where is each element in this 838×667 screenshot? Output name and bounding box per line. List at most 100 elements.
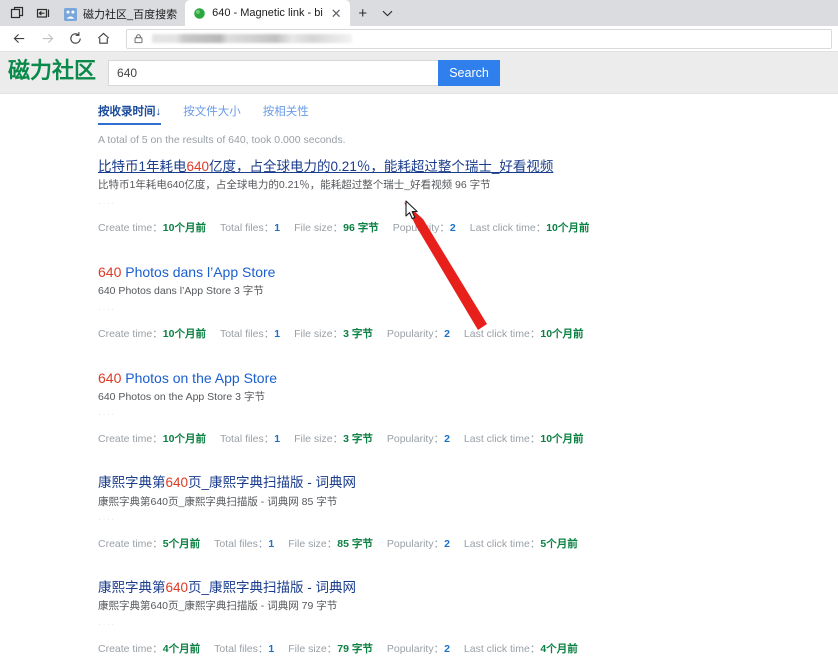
green-circle-icon [194, 7, 205, 19]
browser-tab-inactive[interactable]: 磁力社区_百度搜索 [56, 2, 186, 26]
meta-popularity: Popularity：2 [387, 536, 450, 551]
meta-value: 10个月前 [162, 221, 206, 234]
result-title-post: 页_康熙字典扫描版 - 词典网 [188, 475, 357, 491]
result-meta: Create time：10个月前 Total files：1 File siz… [98, 326, 838, 341]
meta-value: 2 [444, 327, 450, 340]
result-title-link[interactable]: 康熙字典第640页_康熙字典扫描版 - 词典网 [98, 474, 356, 492]
result-title-highlight: 640 [98, 369, 122, 386]
result-item: 康熙字典第640页_康熙字典扫描版 - 词典网 康熙字典第640页_康熙字典扫描… [98, 474, 838, 551]
result-snippet: 640 Photos dans l’App Store 3 字节 [98, 284, 264, 297]
result-item: 比特币1年耗电640亿度，占全球电力的0.21％，能耗超过整个瑞士_好看视频 比… [98, 158, 838, 235]
browser-tab-active[interactable]: 640 - Magnetic link - bi ✕ [185, 0, 350, 26]
meta-total-files: Total files：1 [214, 536, 274, 551]
meta-last-click-time: Last click time：10个月前 [464, 431, 584, 446]
sort-tab-by-relevance[interactable]: 按相关性 [263, 103, 309, 123]
meta-label: Last click time： [463, 643, 541, 656]
meta-file-size: File size：96 字节 [294, 220, 379, 235]
back-icon[interactable] [6, 28, 32, 50]
meta-last-click-time: Last click time：10个月前 [464, 326, 584, 341]
meta-create-time: Create time：10个月前 [98, 431, 206, 446]
browser-chrome: 磁力社区_百度搜索 640 - Magnetic link - bi ✕ + [0, 0, 838, 52]
home-icon[interactable] [90, 28, 116, 50]
result-snippet: 640 Photos on the App Store 3 字节 [98, 390, 265, 403]
meta-label: Last click time： [469, 221, 547, 234]
meta-create-time: Create time：4个月前 [98, 641, 200, 656]
meta-label: Last click time： [463, 538, 541, 551]
result-ellipsis: ···· [98, 514, 116, 526]
address-bar-url-redacted [152, 34, 352, 43]
meta-label: Last click time： [463, 327, 541, 340]
meta-label: Last click time： [463, 433, 541, 446]
meta-create-time: Create time：10个月前 [98, 220, 206, 235]
result-title-highlight: 640 [98, 263, 122, 280]
results-list: 比特币1年耗电640亿度，占全球电力的0.21％，能耗超过整个瑞士_好看视频 比… [0, 146, 838, 656]
meta-file-size: File size：3 字节 [294, 326, 373, 341]
sort-tab-by-time[interactable]: 按收录时间↓ [98, 103, 162, 125]
close-icon[interactable]: ✕ [331, 7, 342, 20]
site-logo[interactable]: 磁力社区 [8, 60, 96, 85]
result-title-pre: 康熙字典第 [98, 475, 166, 491]
result-ellipsis: ···· [98, 619, 116, 631]
meta-value: 2 [444, 643, 450, 656]
search-input[interactable] [108, 59, 439, 86]
result-item: 640 Photos on the App Store 640 Photos o… [98, 369, 838, 447]
result-summary: A total of 5 on the results of 640, took… [98, 134, 346, 146]
tab-preview-icon[interactable] [4, 0, 30, 26]
tab-title: 磁力社区_百度搜索 [83, 9, 178, 21]
result-title-pre: 比特币1年耗电 [98, 159, 187, 174]
meta-label: File size： [288, 643, 338, 656]
address-bar[interactable] [126, 28, 832, 49]
meta-value: 10个月前 [540, 433, 584, 446]
meta-value: 3 字节 [343, 433, 373, 446]
meta-value: 5个月前 [162, 538, 201, 551]
meta-label: Create time： [98, 433, 163, 446]
chevron-down-icon[interactable] [376, 0, 400, 26]
meta-file-size: File size：85 字节 [288, 536, 373, 551]
result-title-link[interactable]: 640 Photos dans l’App Store [98, 263, 275, 282]
meta-value: 5个月前 [540, 538, 578, 551]
meta-value: 2 [449, 221, 456, 234]
meta-create-time: Create time：10个月前 [98, 326, 206, 341]
meta-value: 1 [274, 327, 281, 340]
baidu-icon [64, 7, 77, 21]
meta-value: 10个月前 [546, 221, 590, 234]
meta-file-size: File size：3 字节 [294, 431, 373, 446]
new-tab-button[interactable]: + [350, 0, 376, 26]
lock-icon [133, 33, 144, 44]
meta-label: Popularity： [386, 327, 445, 340]
meta-value: 85 字节 [337, 538, 373, 551]
result-title-post: Photos dans l’App Store [121, 263, 276, 280]
meta-value: 1 [268, 643, 275, 656]
search-button[interactable]: Search [438, 59, 501, 86]
meta-label: Popularity： [392, 221, 450, 234]
sort-tab-by-size[interactable]: 按文件大小 [183, 103, 241, 123]
meta-label: Popularity： [386, 538, 445, 551]
meta-total-files: Total files：1 [220, 431, 280, 446]
meta-value: 1 [274, 221, 281, 234]
result-title-link[interactable]: 640 Photos on the App Store [98, 369, 277, 388]
forward-icon[interactable] [34, 28, 60, 50]
sort-tabs: 按收录时间↓ 按文件大小 按相关性 [0, 94, 838, 125]
meta-value: 4个月前 [162, 643, 201, 656]
result-snippet: 康熙字典第640页_康熙字典扫描版 - 词典网 79 字节 [98, 600, 338, 613]
meta-last-click-time: Last click time：4个月前 [464, 641, 578, 656]
result-title-link[interactable]: 康熙字典第640页_康熙字典扫描版 - 词典网 [98, 579, 356, 597]
result-title-post: Photos on the App Store [121, 369, 278, 386]
meta-popularity: Popularity：2 [387, 431, 450, 446]
meta-value: 2 [444, 538, 450, 551]
meta-value: 2 [444, 433, 450, 446]
result-title-post: 页_康熙字典扫描版 - 词典网 [188, 580, 357, 596]
set-tabs-aside-icon[interactable] [30, 0, 56, 26]
meta-total-files: Total files：1 [220, 220, 280, 235]
meta-last-click-time: Last click time：10个月前 [470, 220, 590, 235]
result-title-link[interactable]: 比特币1年耗电640亿度，占全球电力的0.21％，能耗超过整个瑞士_好看视频 [98, 158, 553, 176]
meta-value: 3 字节 [343, 327, 373, 340]
result-meta: Create time：10个月前 Total files：1 File siz… [98, 431, 838, 446]
meta-label: Create time： [98, 221, 163, 234]
meta-label: File size： [288, 538, 338, 551]
result-ellipsis: ···· [98, 303, 116, 315]
meta-label: Total files： [214, 538, 269, 551]
reload-icon[interactable] [62, 28, 88, 50]
meta-label: Total files： [219, 433, 275, 446]
result-title-post: 亿度，占全球电力的0.21％，能耗超过整个瑞士_好看视频 [209, 159, 554, 174]
